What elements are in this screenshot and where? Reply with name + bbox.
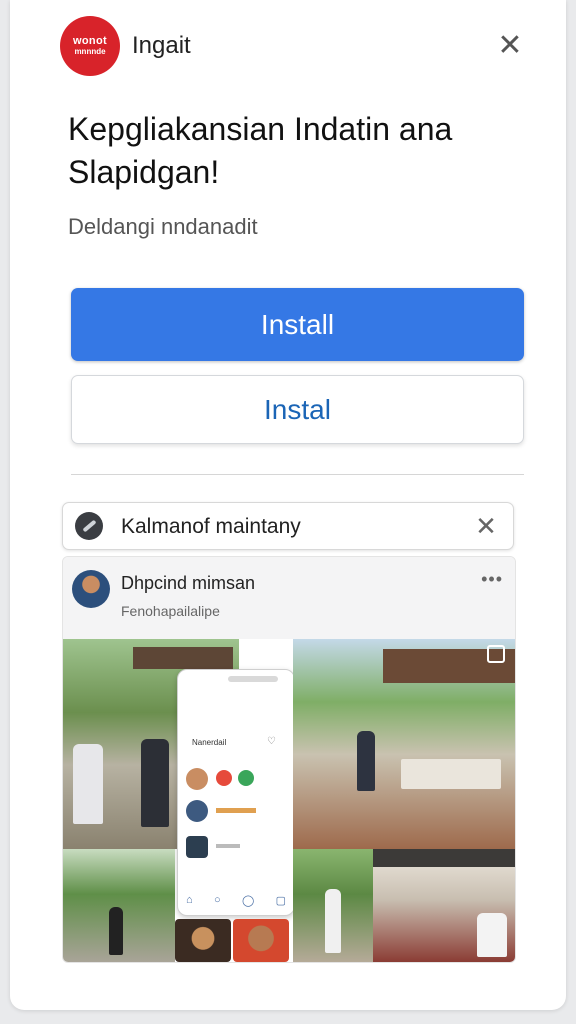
notification-bar[interactable]: Kalmanof maintany ✕	[62, 502, 514, 550]
phone-text-line	[216, 844, 240, 848]
subtitle: Deldangi nndanadit	[68, 214, 258, 239]
install-secondary-button[interactable]: Instal	[71, 375, 524, 444]
logo-text-line2: mnnnde	[74, 47, 106, 56]
app-header: wonot mnnnde Ingait ✕	[60, 16, 540, 76]
roof-shape	[133, 647, 233, 669]
heart-icon: ♡	[267, 736, 276, 747]
person-figure	[109, 907, 123, 955]
person-figure	[73, 744, 103, 824]
post-author[interactable]: Dhpcind mimsan	[121, 573, 255, 594]
toggle-icon	[75, 512, 103, 540]
logo-text-line1: wonot	[73, 35, 107, 47]
phone-text-line	[216, 808, 256, 813]
bookmark-icon[interactable]	[487, 645, 505, 663]
red-dot-icon	[216, 770, 232, 786]
close-notification-icon[interactable]: ✕	[471, 509, 501, 543]
photo-house-porch[interactable]	[373, 849, 515, 962]
phone-thumbnail	[186, 836, 208, 858]
phone-avatar	[186, 768, 208, 790]
home-icon: ⌂	[186, 894, 193, 906]
phone-nav-bar: ⌂ ○ ◯ ▢	[186, 894, 286, 907]
phone-avatar	[186, 800, 208, 822]
photo-street[interactable]	[63, 849, 175, 962]
person-figure	[325, 889, 341, 953]
divider	[71, 474, 524, 475]
profile-icon: ◯	[241, 895, 255, 907]
phone-row	[186, 836, 286, 860]
post-subtitle: Fenohapailalipe	[121, 603, 220, 619]
close-icon[interactable]: ✕	[490, 26, 530, 66]
person-figure	[477, 913, 507, 957]
app-name: Ingait	[132, 32, 191, 59]
photo-temple-veranda[interactable]	[293, 639, 515, 849]
balcony-railing	[401, 759, 501, 789]
portrait-thumbnail[interactable]	[175, 919, 231, 962]
phone-mockup: Nanerdail ♡ ⌂ ○ ◯ ▢	[177, 669, 295, 916]
square-icon: ▢	[275, 895, 286, 907]
phone-row	[186, 766, 286, 790]
post-header: Dhpcind mimsan Fenohapailalipe •••	[63, 557, 515, 639]
more-options-icon[interactable]: •••	[481, 569, 503, 590]
person-figure	[357, 731, 375, 791]
portrait-thumbnail[interactable]	[233, 919, 289, 962]
green-dot-icon	[238, 770, 254, 786]
phone-status-bar	[228, 676, 278, 682]
post-card: Dhpcind mimsan Fenohapailalipe ••• Naner…	[62, 556, 516, 963]
circle-icon: ○	[213, 894, 221, 906]
roof-shape	[373, 849, 515, 867]
photo-path[interactable]	[293, 849, 373, 962]
avatar[interactable]	[72, 570, 110, 608]
person-figure	[141, 739, 169, 827]
install-button[interactable]: Install	[71, 288, 524, 361]
page-title: Kepgliakansian Indatin ana Slapidgan!	[68, 111, 453, 190]
app-logo: wonot mnnnde	[60, 16, 120, 76]
notification-text: Kalmanof maintany	[121, 515, 301, 538]
phone-label: Nanerdail	[192, 738, 227, 747]
phone-row	[186, 800, 286, 824]
